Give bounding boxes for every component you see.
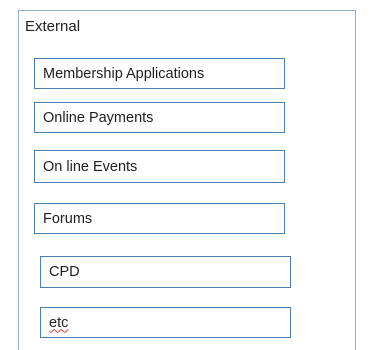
item-cpd: CPD	[40, 256, 291, 288]
panel-title: External	[25, 18, 81, 35]
item-label: etc	[49, 314, 69, 331]
item-online-events: On line Events	[34, 150, 285, 183]
item-label: Membership Applications	[43, 65, 205, 82]
item-membership-applications: Membership Applications	[34, 58, 285, 89]
item-label: Forums	[43, 210, 93, 227]
item-label: CPD	[49, 264, 80, 280]
item-online-payments: Online Payments	[34, 102, 285, 133]
item-forums: Forums	[34, 203, 285, 234]
item-etc: etc	[40, 307, 291, 338]
item-label: Online Payments	[43, 109, 154, 126]
item-label: On line Events	[43, 158, 138, 175]
